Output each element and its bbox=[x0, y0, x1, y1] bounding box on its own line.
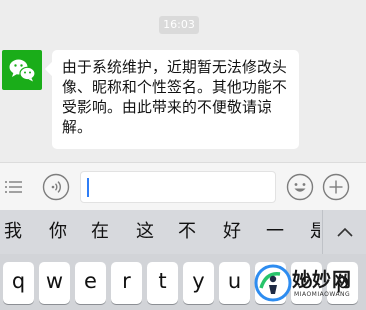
candidate-word[interactable]: 你 bbox=[48, 221, 68, 243]
watermark-logo bbox=[254, 264, 292, 302]
message-input[interactable] bbox=[80, 171, 276, 203]
wechat-logo-icon bbox=[9, 59, 36, 82]
message-bubble[interactable]: 由于系统维护，近期暂无法修改头像、昵称和个性签名。其他功能不受影响。由此带来的不… bbox=[52, 50, 299, 149]
menu-icon[interactable] bbox=[4, 177, 24, 197]
key[interactable]: u bbox=[219, 262, 250, 304]
candidate-word[interactable]: 在 bbox=[90, 221, 110, 243]
candidate-collapse-button[interactable] bbox=[322, 210, 366, 254]
key[interactable]: w bbox=[39, 262, 70, 304]
candidate-word[interactable]: 好 bbox=[222, 221, 242, 243]
plus-icon[interactable] bbox=[322, 173, 350, 201]
key[interactable]: r bbox=[111, 262, 142, 304]
chat-area: 16:03 由于系统维护，近期暂无法修改头像、昵称和个性签名。其他功能不受影响。… bbox=[0, 0, 366, 162]
voice-icon[interactable] bbox=[42, 173, 70, 201]
emoji-icon[interactable] bbox=[286, 173, 314, 201]
candidate-word[interactable]: 这 bbox=[135, 221, 155, 243]
timestamp: 16:03 bbox=[159, 16, 199, 34]
message-text: 由于系统维护，近期暂无法修改头像、昵称和个性签名。其他功能不受影响。由此带来的不… bbox=[62, 59, 287, 136]
input-bar bbox=[0, 162, 366, 210]
watermark: 妙妙网 MIAOMIAOWANG bbox=[254, 262, 362, 306]
candidate-bar: 我 你 在 这 不 好 一 是 bbox=[0, 210, 366, 254]
key[interactable]: e bbox=[75, 262, 106, 304]
key[interactable]: q bbox=[3, 262, 34, 304]
chevron-up-icon bbox=[337, 227, 353, 237]
avatar[interactable] bbox=[2, 50, 42, 90]
watermark-logo-icon bbox=[254, 264, 292, 302]
watermark-subtitle: MIAOMIAOWANG bbox=[294, 291, 351, 298]
candidate-word[interactable]: 不 bbox=[177, 221, 197, 243]
candidate-word[interactable]: 一 bbox=[265, 221, 285, 243]
key[interactable]: y bbox=[183, 262, 214, 304]
watermark-title: 妙妙网 bbox=[292, 269, 353, 291]
candidate-word[interactable]: 是 bbox=[310, 221, 320, 243]
text-cursor bbox=[87, 178, 89, 197]
key[interactable]: t bbox=[147, 262, 178, 304]
candidate-word[interactable]: 我 bbox=[3, 221, 23, 243]
